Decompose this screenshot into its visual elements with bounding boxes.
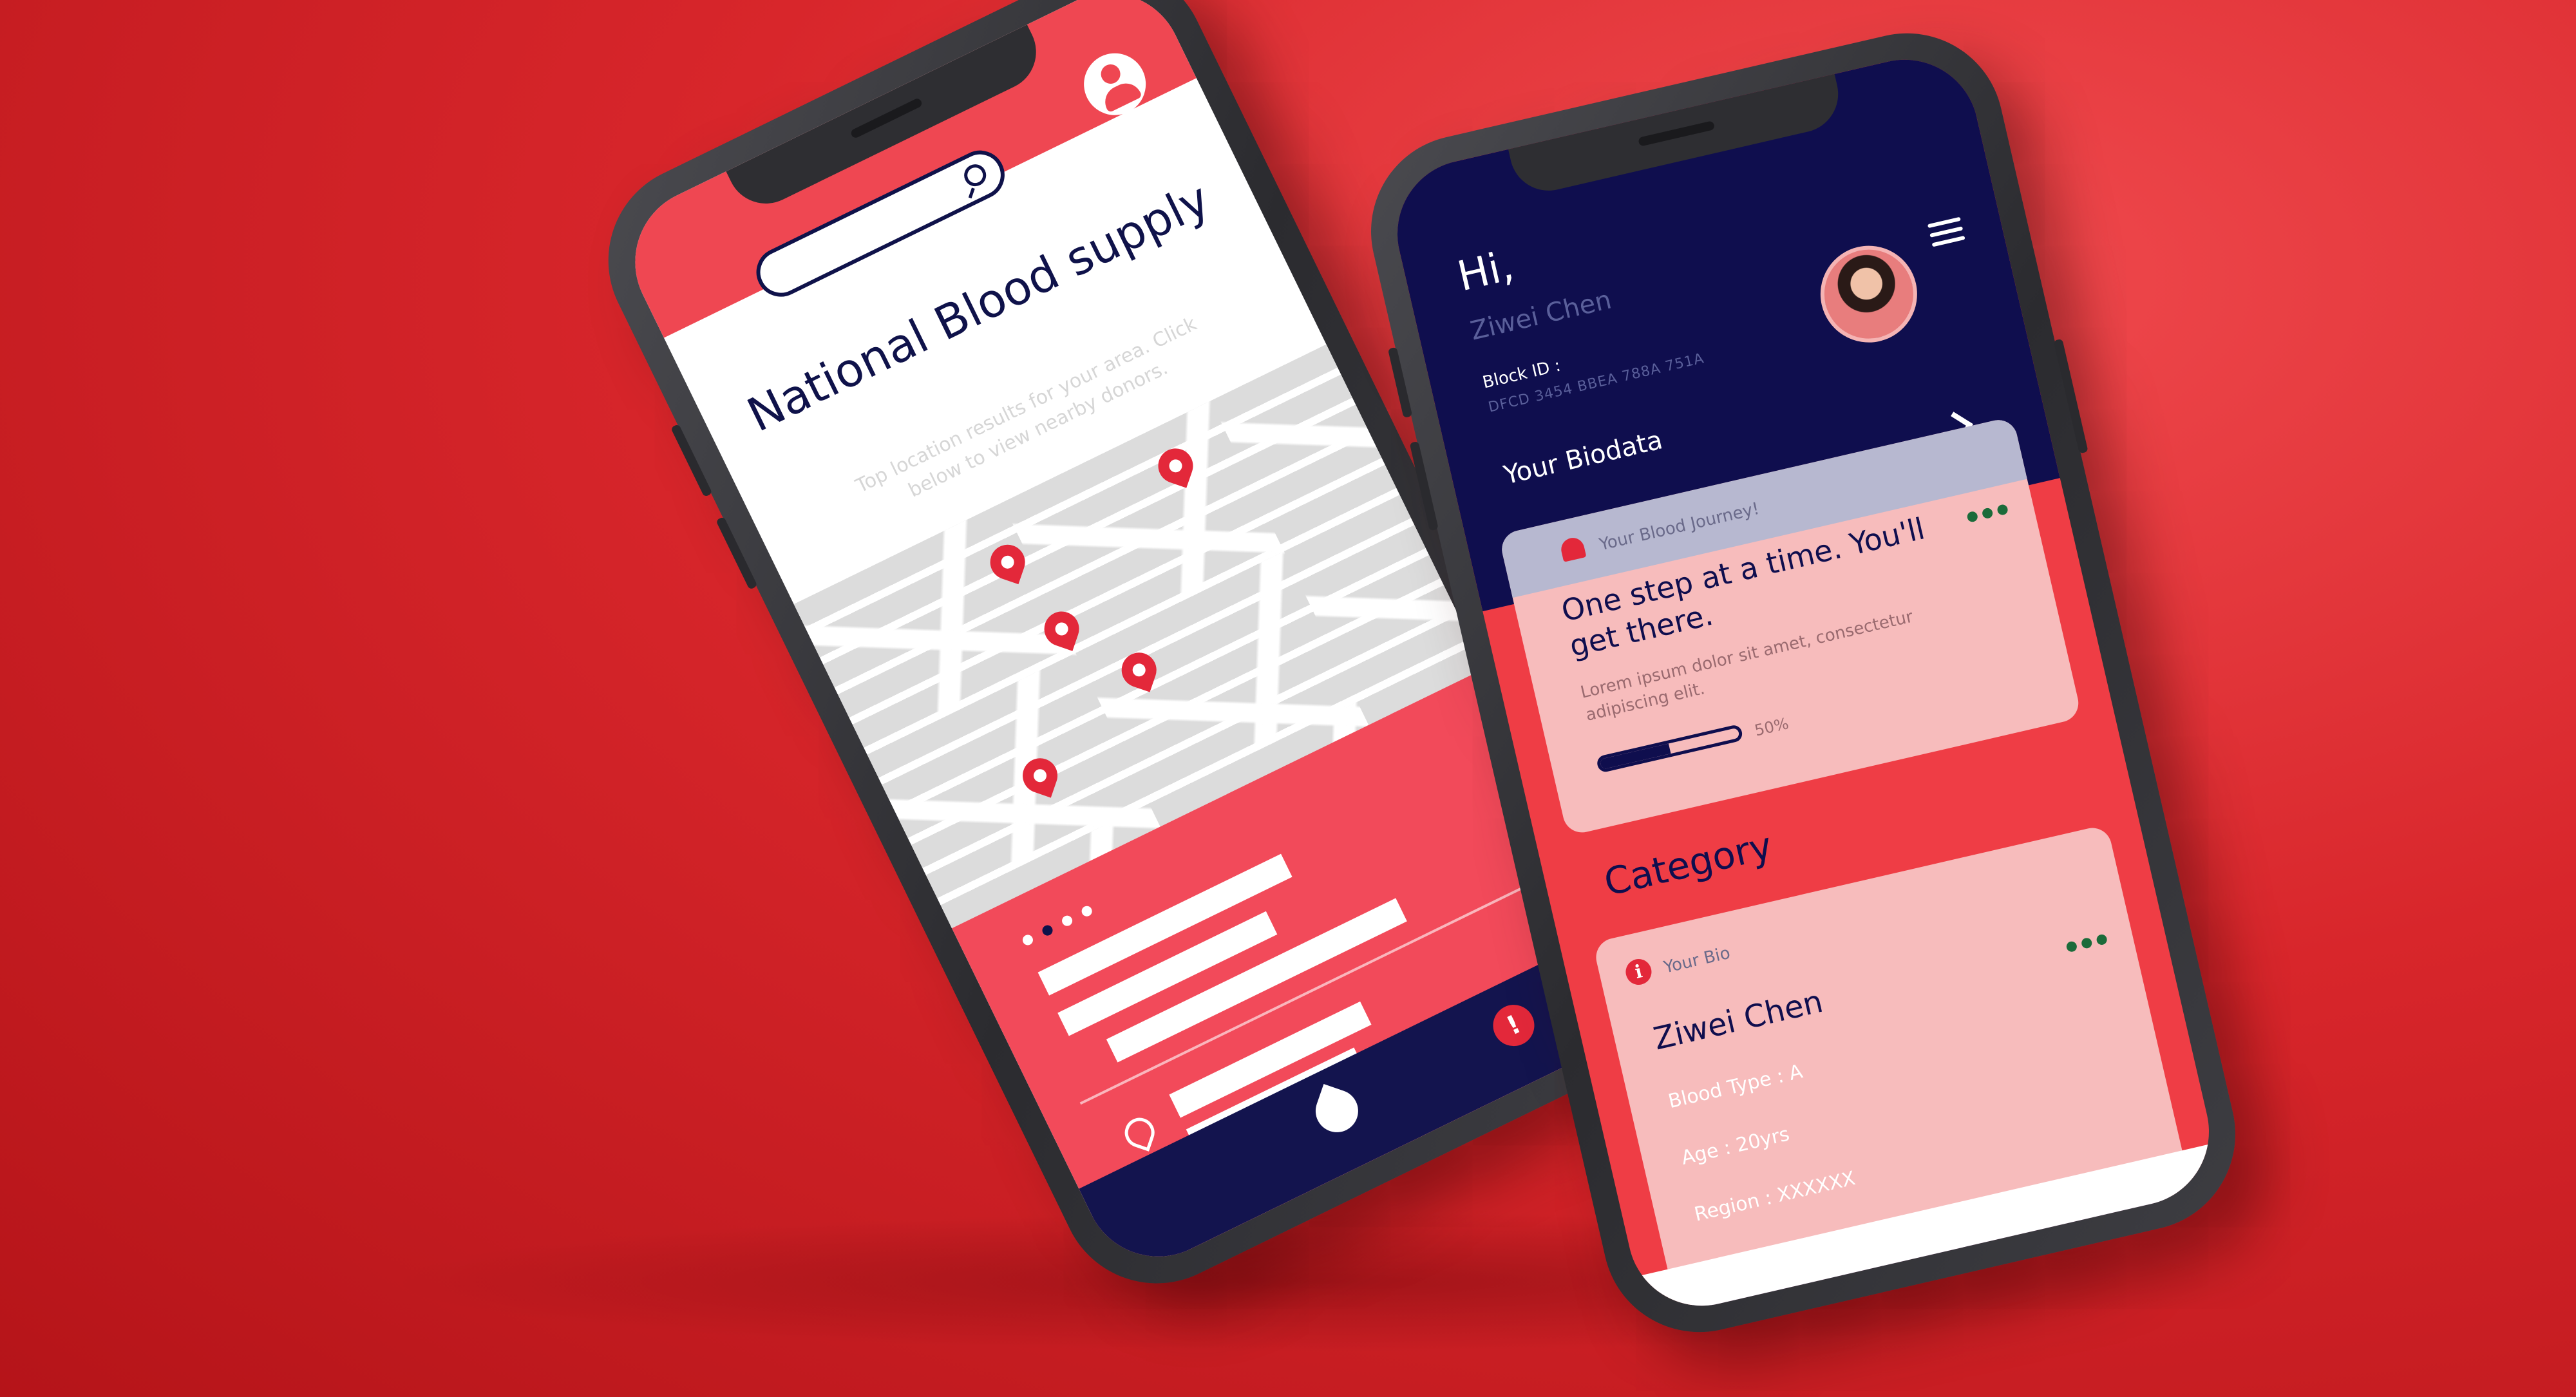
- map-pin-icon[interactable]: [1018, 753, 1063, 798]
- phone-side-button: [715, 516, 758, 590]
- phone-side-button: [670, 424, 713, 498]
- menu-icon[interactable]: [1927, 216, 1967, 253]
- more-dots-icon[interactable]: [2060, 933, 2108, 956]
- location-icon[interactable]: [1121, 1114, 1159, 1152]
- category-heading: Category: [1600, 823, 1776, 905]
- bio-name: Ziwei Chen: [1650, 983, 1826, 1058]
- menu-icon[interactable]: [704, 310, 768, 367]
- right-screen: Hi, Ziwei Chen Block ID : DFCD 3454 BBEA…: [1383, 44, 2224, 1321]
- journey-progress-bar: [1595, 723, 1744, 774]
- phone-side-button: [2053, 338, 2088, 454]
- journey-progress-fill: [1599, 743, 1671, 770]
- left-top-bar: [610, 0, 1197, 338]
- age-field: Age : 20yrs: [1679, 1123, 1792, 1170]
- map-pin-icon[interactable]: [1039, 607, 1084, 651]
- region-field: Region : XXXXXX: [1692, 1167, 1858, 1226]
- phone-side-button: [1387, 347, 1413, 419]
- blood-type-field: Blood Type : A: [1666, 1060, 1805, 1114]
- map-pin-icon[interactable]: [1117, 647, 1162, 692]
- blood-drop-search-icon[interactable]: [1309, 1083, 1364, 1138]
- info-icon: i: [1623, 956, 1654, 987]
- bio-label: Your Bio: [1662, 943, 1732, 978]
- alert-icon[interactable]: !: [1486, 998, 1542, 1053]
- biodata-link[interactable]: Your Biodata: [1501, 425, 1665, 490]
- search-icon[interactable]: [960, 160, 990, 190]
- more-dots-icon[interactable]: [1961, 503, 2009, 527]
- avatar-photo[interactable]: [1810, 236, 1927, 352]
- carousel-dots[interactable]: [1021, 899, 1105, 949]
- greeting: Hi,: [1453, 242, 1519, 301]
- map-pin-icon[interactable]: [985, 540, 1030, 585]
- right-phone: Hi, Ziwei Chen Block ID : DFCD 3454 BBEA…: [1352, 14, 2255, 1352]
- map-pin-icon[interactable]: [1153, 444, 1198, 488]
- journey-progress-text: 50%: [1752, 714, 1791, 740]
